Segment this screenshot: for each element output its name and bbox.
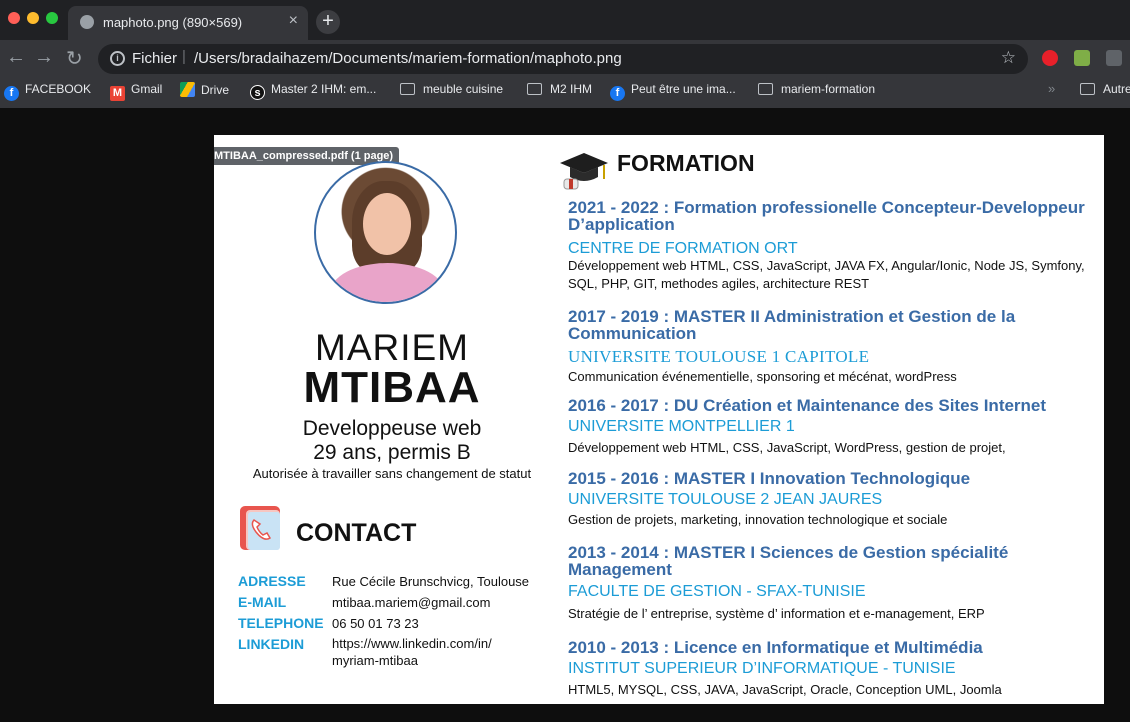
formation-heading: FORMATION (617, 150, 755, 176)
new-tab-button[interactable]: + (316, 10, 340, 34)
linkedin-value: https://www.linkedin.com/in/ (332, 636, 492, 651)
facebook-icon: f (4, 86, 19, 101)
education-title: 2016 - 2017 : DU Création et Maintenance… (568, 396, 1047, 415)
url-scheme: Fichier (132, 50, 178, 67)
address-value: Rue Cécile Brunschvicg, Toulouse (332, 574, 530, 589)
email-value: mtibaa.mariem@gmail.com (332, 595, 491, 610)
bookmark-master2[interactable]: s Master 2 IHM: em... (250, 82, 376, 100)
info-icon[interactable]: i (110, 51, 125, 66)
education-description: Stratégie de l’ entreprise, système d’ i… (568, 606, 985, 621)
tab-close-icon[interactable]: × (289, 12, 298, 30)
browser-chrome: maphoto.png (890×569) × + ← → ↻ i Fichie… (0, 0, 1130, 108)
symfony-icon: s (250, 85, 265, 100)
folder-icon (1080, 83, 1095, 95)
bookmark-peut-etre[interactable]: f Peut être une ima... (610, 82, 736, 101)
bookmark-drive[interactable]: Drive (180, 82, 229, 97)
education-description: Développement web HTML, CSS, JavaScript,… (568, 440, 1006, 455)
cv-image[interactable]: MTIBAA_compressed.pdf (1 page) MARIEM MT… (214, 135, 1104, 704)
education-school: CENTRE DE FORMATION ORT (568, 240, 798, 257)
job-title: Developpeuse web (302, 417, 482, 440)
education-description: Communication événementielle, sponsoring… (568, 369, 957, 384)
education-title: 2015 - 2016 : MASTER I Innovation Techno… (568, 469, 971, 488)
bookmark-other[interactable]: Autre (1080, 82, 1130, 96)
tab-strip: maphoto.png (890×569) × + (0, 0, 1130, 40)
bookmark-star-icon[interactable]: ☆ (1001, 48, 1016, 68)
browser-tab[interactable]: maphoto.png (890×569) × (68, 6, 308, 40)
globe-icon (80, 15, 94, 29)
bookmarks-bar: f FACEBOOK M Gmail Drive s Master 2 IHM: em… (0, 79, 1130, 101)
close-window-button[interactable] (8, 12, 20, 24)
education-school: FACULTE DE GESTION - SFAX-TUNISIE (568, 583, 866, 600)
education-title: 2017 - 2019 : MASTER II Administration e… (568, 307, 1016, 343)
reload-button[interactable]: ↻ (66, 46, 83, 71)
forward-button[interactable]: → (34, 46, 54, 69)
linkedin-label: LINKEDIN (238, 636, 305, 652)
address-bar[interactable]: i Fichier | /Users/bradaihazem/Documents… (98, 44, 1028, 74)
education-description: HTML5, MYSQL, CSS, JAVA, JavaScript, Ora… (568, 682, 1002, 697)
drive-icon (180, 82, 195, 97)
minimize-window-button[interactable] (27, 12, 39, 24)
folder-icon (400, 83, 415, 95)
tab-title: maphoto.png (890×569) (103, 15, 243, 30)
folder-icon (758, 83, 773, 95)
education-title: 2013 - 2014 : MASTER I Sciences de Gesti… (568, 543, 1009, 579)
gmail-icon: M (110, 86, 125, 101)
terminal-extension-icon[interactable] (1106, 50, 1122, 66)
profile-photo (314, 161, 457, 304)
bookmark-meuble-cuisine[interactable]: meuble cuisine (400, 82, 503, 96)
image-viewer: MTIBAA_compressed.pdf (1 page) MARIEM MT… (0, 108, 1130, 722)
education-description: Développement web HTML, CSS, JavaScript,… (568, 258, 1085, 291)
education-title: 2021 - 2022 : Formation professionelle C… (568, 198, 1085, 234)
bookmark-gmail[interactable]: M Gmail (110, 82, 162, 101)
education-school: UNIVERSITE TOULOUSE 1 CAPITOLE (568, 347, 870, 366)
bookmarks-overflow-icon[interactable]: » (1048, 81, 1055, 96)
address-label: ADRESSE (238, 573, 306, 589)
education-description: Gestion de projets, marketing, innovatio… (568, 512, 948, 527)
education-school: INSTITUT SUPERIEUR D’INFORMATIQUE - TUNI… (568, 660, 956, 677)
contact-heading: CONTACT (296, 519, 417, 547)
graduation-cap-icon (560, 153, 608, 190)
bookmark-m2-ihm[interactable]: M2 IHM (527, 82, 592, 96)
phone-value: 06 50 01 73 23 (332, 616, 419, 631)
zoom-window-button[interactable] (46, 12, 58, 24)
bookmark-facebook[interactable]: f FACEBOOK (4, 82, 91, 101)
folder-icon (527, 83, 542, 95)
education-school: UNIVERSITE TOULOUSE 2 JEAN JAURES (568, 491, 883, 508)
adblock-extension-icon[interactable] (1042, 50, 1058, 66)
email-label: E-MAIL (238, 594, 287, 610)
bookmark-mariem-formation[interactable]: mariem-formation (758, 82, 875, 96)
linkedin-value-line2: myriam-mtibaa (332, 653, 418, 668)
spellcheck-extension-icon[interactable] (1074, 50, 1090, 66)
phone-book-icon (240, 506, 280, 550)
age-license: 29 ans, permis B (313, 441, 471, 464)
phone-label: TELEPHONE (238, 615, 324, 631)
facebook-icon: f (610, 86, 625, 101)
last-name: MTIBAA (303, 363, 481, 412)
url-text[interactable]: /Users/bradaihazem/Documents/mariem-form… (194, 50, 622, 67)
education-school: UNIVERSITE MONTPELLIER 1 (568, 418, 795, 435)
url-separator: | (182, 48, 186, 65)
work-status: Autorisée à travailler sans changement d… (252, 466, 532, 481)
education-title: 2010 - 2013 : Licence en Informatique et… (568, 638, 983, 657)
back-button[interactable]: ← (6, 46, 26, 69)
